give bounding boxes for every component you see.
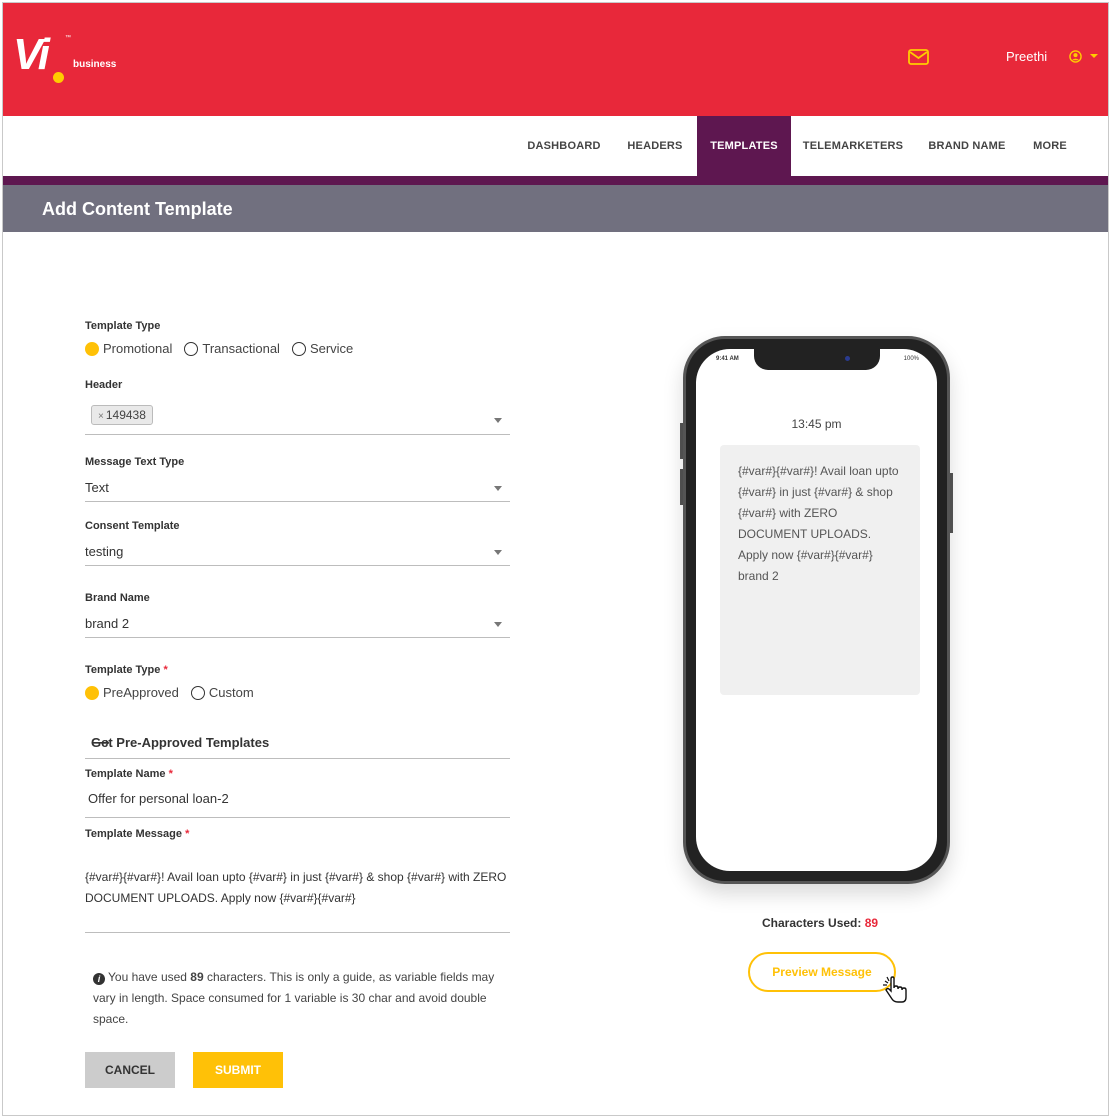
- top-bar: Vi ™ business Preethi: [3, 3, 1108, 116]
- brand-name-select[interactable]: brand 2: [85, 614, 510, 638]
- nav-dashboard[interactable]: DASHBOARD: [517, 116, 611, 176]
- phone-notch: [754, 349, 880, 370]
- chip-remove-icon[interactable]: ×: [98, 411, 104, 422]
- radio-promotional-label: Promotional: [103, 341, 173, 356]
- consent-template-caret-icon[interactable]: [494, 550, 502, 555]
- consent-template-value: testing: [85, 544, 124, 559]
- hand-pointer-icon: [883, 976, 907, 1003]
- template-type-radio-group: Promotional Transactional Service: [85, 341, 365, 356]
- consent-template-select[interactable]: testing: [85, 542, 510, 566]
- radio-service[interactable]: Service: [291, 341, 354, 356]
- info-char-count: 89: [190, 970, 204, 984]
- submit-button[interactable]: SUBMIT: [193, 1052, 283, 1088]
- logo-trademark: ™: [65, 35, 71, 41]
- template-approval-type-label: Template Type *: [85, 664, 168, 676]
- template-message-label: Template Message *: [85, 828, 189, 840]
- cancel-button[interactable]: CANCEL: [85, 1052, 175, 1088]
- characters-used-count: 89: [864, 916, 879, 930]
- header-label: Header: [85, 379, 123, 391]
- phone-status-time: 9:41 AM: [716, 356, 739, 362]
- header-chip: × 149438: [91, 405, 153, 425]
- radio-preapproved-label: PreApproved: [103, 685, 179, 700]
- preview-message-button[interactable]: Preview Message: [748, 952, 896, 992]
- nav-brand-name[interactable]: BRAND NAME: [919, 116, 1015, 176]
- radio-transactional-label: Transactional: [202, 341, 280, 356]
- template-name-value: Offer for personal loan-2: [88, 791, 229, 806]
- radio-service-label: Service: [309, 341, 354, 356]
- radio-preapproved-dot[interactable]: [85, 685, 99, 700]
- user-name[interactable]: Preethi: [1006, 49, 1047, 64]
- required-mark: *: [163, 664, 168, 676]
- arrow-right-icon[interactable]: ⟶: [91, 735, 504, 751]
- radio-preapproved[interactable]: PreApproved: [85, 685, 179, 700]
- radio-service-dot[interactable]: [291, 341, 306, 356]
- radio-transactional-dot[interactable]: [184, 341, 199, 356]
- logo-text: Vi: [13, 30, 50, 79]
- required-mark: *: [168, 768, 173, 780]
- template-type-label: Template Type: [85, 320, 161, 332]
- preview-message-bubble: {#var#}{#var#}! Avail loan upto {#var#} …: [720, 445, 920, 695]
- nav-telemarketers[interactable]: TELEMARKETERS: [799, 116, 907, 176]
- template-name-input[interactable]: Offer for personal loan-2: [85, 789, 510, 818]
- preview-message-time: 13:45 pm: [791, 417, 842, 431]
- phone-preview: 9:41 AM 100% 13:45 pm {#var#}{#var#}! Av…: [683, 336, 950, 884]
- info-prefix: You have used: [108, 970, 191, 984]
- nav-templates[interactable]: TEMPLATES: [697, 116, 791, 176]
- brand-name-value: brand 2: [85, 616, 130, 631]
- page-title-bar: Add Content Template: [3, 185, 1108, 232]
- characters-used: Characters Used: 89: [762, 916, 878, 930]
- logo-dot: [53, 72, 64, 83]
- mail-icon[interactable]: [908, 49, 929, 65]
- header-dropdown-caret-icon[interactable]: [494, 418, 502, 423]
- info-icon: i: [93, 973, 105, 985]
- page-title: Add Content Template: [42, 199, 233, 219]
- radio-promotional-dot[interactable]: [85, 341, 99, 356]
- user-avatar-icon[interactable]: [1069, 50, 1082, 63]
- template-message-label-text: Template Message: [85, 828, 183, 840]
- brand-name-caret-icon[interactable]: [494, 622, 502, 627]
- user-menu-caret-icon[interactable]: [1090, 54, 1098, 58]
- message-text-type-value: Text: [85, 480, 109, 495]
- message-text-type-select[interactable]: Text: [85, 478, 510, 502]
- message-text-type-label: Message Text Type: [85, 456, 185, 468]
- template-approval-radio-group: PreApproved Custom: [85, 685, 266, 700]
- character-info-note: i You have used 89 characters. This is on…: [93, 967, 503, 1030]
- phone-battery-status: 100%: [903, 356, 919, 362]
- camera-dot: [845, 356, 850, 361]
- phone-side-button: [950, 473, 953, 533]
- template-message-textarea[interactable]: {#var#}{#var#}! Avail loan upto {#var#} …: [85, 867, 510, 909]
- radio-transactional[interactable]: Transactional: [184, 341, 280, 356]
- phone-screen: 9:41 AM 100% 13:45 pm {#var#}{#var#}! Av…: [696, 349, 937, 871]
- radio-custom[interactable]: Custom: [190, 685, 254, 700]
- nav-headers[interactable]: HEADERS: [617, 116, 693, 176]
- template-message-underline: [85, 932, 510, 933]
- radio-promotional[interactable]: Promotional: [85, 341, 172, 356]
- template-name-label: Template Name *: [85, 768, 173, 780]
- nav-underline-strip: [3, 176, 1108, 185]
- characters-used-label: Characters Used:: [762, 916, 865, 930]
- nav-more[interactable]: MORE: [1025, 116, 1075, 176]
- template-approval-type-text: Template Type: [85, 664, 161, 676]
- template-name-label-text: Template Name: [85, 768, 166, 780]
- header-select[interactable]: × 149438: [85, 403, 510, 435]
- message-type-caret-icon[interactable]: [494, 486, 502, 491]
- required-mark: *: [185, 828, 190, 840]
- app-window: Vi ™ business Preethi DASHBOARD HEADERS …: [2, 2, 1109, 1116]
- header-chip-value: 149438: [105, 408, 146, 422]
- main-nav: DASHBOARD HEADERS TEMPLATES TELEMARKETER…: [3, 116, 1108, 176]
- get-preapproved-templates-link[interactable]: Get Pre-Approved Templates ⟶: [85, 726, 510, 759]
- radio-custom-label: Custom: [208, 685, 254, 700]
- brand-name-label: Brand Name: [85, 592, 150, 604]
- consent-template-label: Consent Template: [85, 520, 180, 532]
- radio-custom-dot[interactable]: [190, 685, 205, 700]
- logo-subtext: business: [73, 59, 117, 70]
